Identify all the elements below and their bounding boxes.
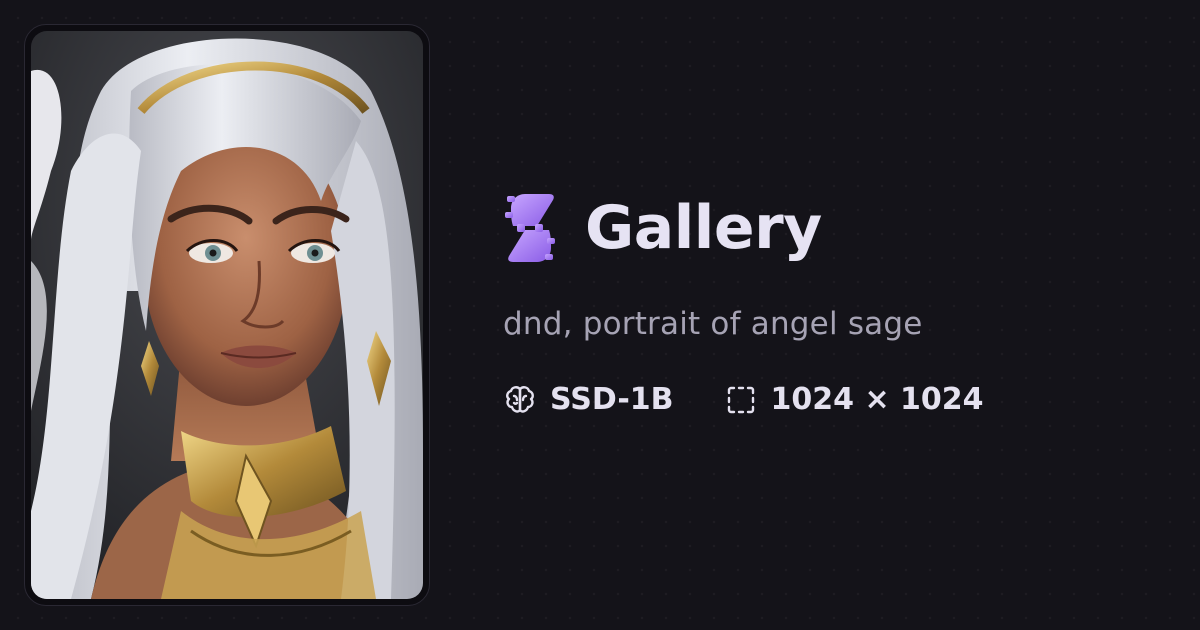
info-panel: Gallery dnd, portrait of angel sage SSD-…	[503, 188, 1163, 417]
metadata-row: SSD-1B 1024 × 1024	[503, 383, 1163, 417]
model-name: SSD-1B	[550, 382, 674, 418]
dimensions-info: 1024 × 1024	[724, 383, 984, 417]
prompt-text: dnd, portrait of angel sage	[503, 306, 923, 342]
page-title: Gallery	[585, 193, 822, 263]
brain-icon	[506, 386, 534, 413]
dashed-frame-icon	[727, 386, 754, 414]
image-dimensions: 1024 × 1024	[770, 382, 984, 418]
artwork-image[interactable]	[31, 31, 423, 599]
purple-gear-s-logo-icon	[505, 194, 555, 262]
image-card[interactable]	[24, 24, 430, 606]
title-row: Gallery	[503, 188, 1163, 268]
model-info: SSD-1B	[503, 383, 674, 417]
